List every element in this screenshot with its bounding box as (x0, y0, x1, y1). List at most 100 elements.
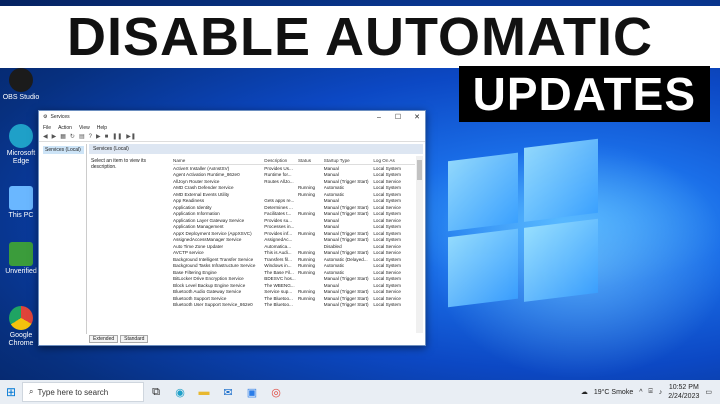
chevron-up-icon[interactable]: ^ (639, 389, 642, 396)
cell-status: Running (297, 230, 316, 236)
table-row[interactable]: AssignedAccessManager Service AssignedAc.… (173, 237, 415, 244)
menu-view[interactable]: View (79, 125, 90, 131)
cell-status: Running (297, 191, 316, 197)
cell-log-on-as: Local Service (373, 243, 401, 249)
column-description[interactable]: Description (264, 158, 298, 163)
cell-description: Runtime for... (264, 172, 292, 178)
table-row[interactable]: Application Identity Determines ... Manual… (173, 204, 415, 211)
menu-file[interactable]: File (43, 125, 51, 131)
cell-name: Application Layer Gateway Service (173, 217, 245, 223)
table-row[interactable]: Bluetooth User Support Service_862e0 The … (173, 302, 415, 309)
cell-description: Facilitates t... (264, 211, 292, 217)
restart-icon[interactable]: ▶❚ (126, 133, 136, 140)
column-name[interactable]: Name (173, 158, 264, 163)
network-icon[interactable]: ⌸ (649, 388, 653, 396)
cell-startup-type: Manual (Trigger Start) (323, 237, 369, 243)
desktop-icon-obs[interactable]: OBS Studio (2, 68, 40, 102)
cell-startup-type: Manual (Trigger Start) (323, 295, 369, 301)
table-row[interactable]: Agent Activation Runtime_862e0 Runtime fo… (173, 172, 415, 179)
cell-startup-type: Manual (323, 165, 339, 171)
cell-status: Running (297, 211, 316, 217)
forward-icon[interactable]: ▶ (52, 133, 57, 140)
minimize-button[interactable]: – (371, 114, 387, 121)
menu-help[interactable]: Help (97, 125, 107, 131)
maximize-button[interactable]: ☐ (390, 113, 406, 121)
cell-startup-type: Manual (Trigger Start) (323, 302, 369, 308)
thumbnail-title-line2: UPDATES (458, 66, 710, 122)
refresh-icon[interactable]: ↻ (70, 133, 75, 140)
search-placeholder: Type here to search (37, 387, 109, 397)
taskbar: ⊞ ⌕ Type here to search ⧉ ◉ ▬ ✉ ▣ ◎ ☁ 19… (0, 380, 720, 404)
search-box[interactable]: ⌕ Type here to search (22, 382, 144, 402)
table-row[interactable]: App Readiness Gets apps re... Manual Local … (173, 198, 415, 205)
table-row[interactable]: Background Tasks Infrastructure Service W… (173, 263, 415, 270)
store-icon[interactable]: ▣ (240, 380, 264, 404)
notification-icon[interactable]: ▭ (705, 388, 712, 396)
cell-description: BDESVC hos... (264, 276, 296, 282)
table-row[interactable]: Block Level Backup Engine Service The WBE… (173, 282, 415, 289)
tree-item-services-local[interactable]: Services (Local) (43, 146, 84, 154)
table-row[interactable]: Application Information Facilitates t... R… (173, 211, 415, 218)
table-row[interactable]: Application Management Processes in... Man… (173, 224, 415, 231)
table-row[interactable]: Bluetooth Audio Gateway Service Service s… (173, 289, 415, 296)
services-window[interactable]: ⚙ Services – ☐ ✕ File Action View Help ◀… (38, 110, 426, 346)
desktop-icon-unverified[interactable]: Unverified (2, 242, 40, 276)
back-icon[interactable]: ◀ (43, 133, 48, 140)
stop-icon[interactable]: ■ (105, 134, 109, 140)
table-row[interactable]: Auto Time Zone Updater Automatica... Disab… (173, 243, 415, 250)
table-row[interactable]: Background Intelligent Transfer Service T… (173, 256, 415, 263)
desktop-icon-edge[interactable]: Microsoft Edge (2, 124, 40, 166)
search-icon: ⌕ (29, 387, 34, 396)
table-row[interactable]: Bluetooth Support Service The Bluetoo... R… (173, 295, 415, 302)
cell-startup-type: Automatic (323, 263, 345, 269)
tab-extended[interactable]: Extended (89, 335, 119, 343)
desktop-icon-this-pc[interactable]: This PC (2, 186, 40, 220)
cell-log-on-as: Local System (373, 282, 401, 288)
table-row[interactable]: Base Filtering Engine The Base Fil... Runn… (173, 269, 415, 276)
grid-icon[interactable]: ▦ (60, 133, 66, 140)
pause-icon[interactable]: ❚❚ (112, 133, 122, 140)
cell-log-on-as: Local System (373, 198, 401, 204)
table-row[interactable]: AppX Deployment Service (AppXSVC) Provide… (173, 230, 415, 237)
table-row[interactable]: Application Layer Gateway Service Provide… (173, 217, 415, 224)
column-status[interactable]: Status (298, 158, 324, 163)
column-log-on-as[interactable]: Log On As (373, 158, 415, 163)
cell-log-on-as: Local System (373, 165, 401, 171)
cell-startup-type: Manual (Trigger Start) (323, 250, 369, 256)
volume-icon[interactable]: ♪ (659, 389, 663, 396)
mail-icon[interactable]: ✉ (216, 380, 240, 404)
table-row[interactable]: AllJoyn Router Service Routes AllJo... Man… (173, 178, 415, 185)
cell-description: Service sup... (264, 289, 293, 295)
toolbar: ◀ ▶ ▦ ↻ ▤ ? ▶ ■ ❚❚ ▶❚ (39, 132, 425, 142)
play-icon[interactable]: ▶ (96, 133, 101, 140)
cell-name: AVCTP service (173, 250, 204, 256)
app-grid-icon (9, 242, 33, 266)
desktop-icon-chrome[interactable]: Google Chrome (2, 306, 40, 348)
menu-action[interactable]: Action (58, 125, 72, 131)
edge-icon[interactable]: ◉ (168, 380, 192, 404)
cell-log-on-as: Local System (373, 172, 401, 178)
column-startup-type[interactable]: Startup Type (324, 158, 374, 163)
windows-logo-wallpaper (448, 138, 598, 317)
table-row[interactable]: BitLocker Drive Encryption Service BDESVC… (173, 276, 415, 283)
weather-text[interactable]: 19°C Smoke (594, 389, 633, 396)
help-icon[interactable]: ? (89, 134, 92, 140)
window-titlebar[interactable]: ⚙ Services – ☐ ✕ (39, 111, 425, 123)
table-row[interactable]: ActiveX Installer (AxInstSV) Provides Us.… (173, 165, 415, 172)
table-row[interactable]: AVCTP service This is Audi... Running Manua… (173, 250, 415, 257)
folder-icon[interactable]: ▬ (192, 380, 216, 404)
task-view-icon[interactable]: ⧉ (144, 380, 168, 404)
cell-log-on-as: Local Service (373, 295, 401, 301)
clock[interactable]: 10:52 PM 2/24/2023 (668, 383, 699, 401)
menu-bar: File Action View Help (39, 123, 425, 132)
chrome-icon[interactable]: ◎ (264, 380, 288, 404)
cell-log-on-as: Local System (373, 302, 401, 308)
tree-panel: Services (Local) (41, 144, 87, 334)
scrollbar[interactable] (416, 156, 423, 333)
scrollbar-thumb[interactable] (417, 160, 422, 180)
cell-description: This is Audi... (264, 250, 292, 256)
export-icon[interactable]: ▤ (79, 133, 85, 140)
close-button[interactable]: ✕ (409, 113, 425, 121)
tab-standard[interactable]: Standard (120, 335, 149, 343)
start-button[interactable]: ⊞ (0, 380, 22, 404)
